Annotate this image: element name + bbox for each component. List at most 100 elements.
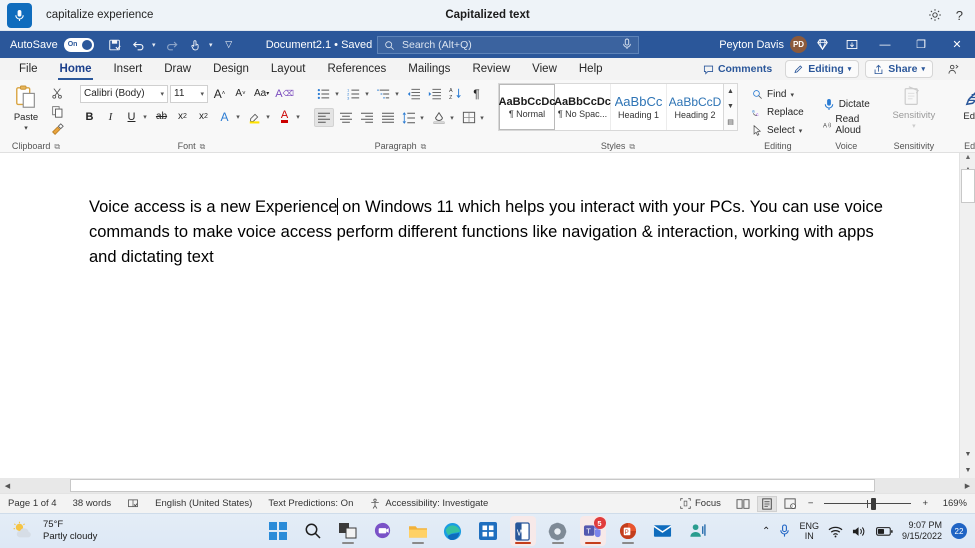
decrease-indent-icon[interactable] xyxy=(404,84,423,103)
voice-access-icon[interactable] xyxy=(685,516,711,546)
touch-mode-caret-icon[interactable]: ▾ xyxy=(206,41,216,49)
grow-font-icon[interactable]: A ˄ xyxy=(210,84,229,103)
find-button[interactable]: Find ▾ xyxy=(749,86,797,103)
document-name[interactable]: Document2.1 • Saved xyxy=(266,39,373,51)
question-mark-icon[interactable]: ? xyxy=(956,8,963,23)
horizontal-scroll-thumb[interactable] xyxy=(70,479,875,492)
style-heading-2[interactable]: AaBbCcD Heading 2 xyxy=(667,84,723,130)
subscript-icon[interactable]: x2 xyxy=(173,107,192,126)
multilevel-caret-icon[interactable]: ▾ xyxy=(392,90,402,98)
chevron-down-icon[interactable]: ▾ xyxy=(24,124,28,132)
borders-icon[interactable] xyxy=(459,108,478,127)
gear-icon[interactable] xyxy=(928,8,942,22)
tab-mailings[interactable]: Mailings xyxy=(397,58,461,80)
zoom-in-button[interactable]: + xyxy=(919,498,931,509)
search-input[interactable]: Search (Alt+Q) xyxy=(377,36,639,54)
shading-caret-icon[interactable]: ▾ xyxy=(447,114,457,122)
tab-layout[interactable]: Layout xyxy=(260,58,317,80)
select-button[interactable]: Select ▾ xyxy=(749,122,805,139)
word-count[interactable]: 38 words xyxy=(65,498,120,509)
zoom-out-button[interactable]: − xyxy=(805,498,817,509)
tab-insert[interactable]: Insert xyxy=(102,58,153,80)
styles-dialog-launcher[interactable]: ⧉ xyxy=(629,140,635,153)
borders-caret-icon[interactable]: ▾ xyxy=(477,114,487,122)
next-page-arrow[interactable]: ▼ xyxy=(960,463,975,478)
web-layout-button[interactable]: i xyxy=(781,496,801,512)
bullet-list-icon[interactable] xyxy=(314,84,333,103)
style-no-spacing[interactable]: AaBbCcDc ¶ No Spac... xyxy=(554,84,611,130)
tab-home[interactable]: Home xyxy=(49,58,103,80)
font-color-icon[interactable]: A xyxy=(275,107,294,126)
zoom-handle[interactable] xyxy=(871,497,877,510)
underline-button[interactable]: U xyxy=(122,107,141,126)
tab-design[interactable]: Design xyxy=(202,58,260,80)
scroll-left-arrow[interactable]: ◀ xyxy=(0,478,15,493)
replace-button[interactable]: ac Replace xyxy=(749,104,807,121)
shrink-font-icon[interactable]: A ˅ xyxy=(231,84,250,103)
undo-icon[interactable] xyxy=(128,35,150,55)
editing-button[interactable]: Editing ▾ xyxy=(785,60,860,78)
tab-draw[interactable]: Draw xyxy=(153,58,202,80)
document-canvas[interactable]: Voice access is a new Experience on Wind… xyxy=(0,153,975,478)
editor-button[interactable]: Editor xyxy=(955,83,975,122)
scissors-icon[interactable] xyxy=(47,85,67,102)
justify-icon[interactable] xyxy=(378,108,397,127)
close-button[interactable]: ✕ xyxy=(939,31,975,58)
numbered-list-icon[interactable]: 123 xyxy=(344,84,363,103)
search-taskbar-icon[interactable] xyxy=(300,516,326,546)
microphone-icon[interactable] xyxy=(622,38,632,53)
styles-gallery-scroll[interactable]: ▲ ▼ ▤ xyxy=(724,83,738,131)
zoom-slider[interactable] xyxy=(820,496,915,512)
font-size-input[interactable]: 11 ▾ xyxy=(170,84,208,103)
diamond-icon[interactable] xyxy=(807,31,837,58)
settings-icon[interactable] xyxy=(545,516,571,546)
styles-scroll-down-icon[interactable]: ▼ xyxy=(724,99,737,114)
increase-indent-icon[interactable] xyxy=(425,84,444,103)
edge-icon[interactable] xyxy=(440,516,466,546)
proofing-errors-icon[interactable] xyxy=(119,498,147,510)
page-number[interactable]: Page 1 of 4 xyxy=(0,498,65,509)
text-effects-icon[interactable]: A xyxy=(215,107,234,126)
language-indicator[interactable]: English (United States) xyxy=(147,498,260,509)
split-window-handle[interactable]: ▲ xyxy=(960,153,975,162)
chevron-down-icon[interactable]: ▾ xyxy=(790,91,794,99)
print-layout-button[interactable] xyxy=(756,495,777,512)
minimize-button[interactable]: — xyxy=(867,31,903,58)
comments-button[interactable]: Comments xyxy=(696,61,779,77)
chat-icon[interactable] xyxy=(370,516,396,546)
styles-gallery[interactable]: AaBbCcDc ¶ Normal AaBbCcDc ¶ No Spac... … xyxy=(498,83,724,131)
style-normal[interactable]: AaBbCcDc ¶ Normal xyxy=(499,84,555,130)
paragraph-marks-icon[interactable]: ¶ xyxy=(467,84,486,103)
dictate-button[interactable]: Dictate xyxy=(820,96,873,113)
microphone-icon[interactable] xyxy=(7,2,32,28)
align-left-icon[interactable] xyxy=(314,108,334,127)
paste-button[interactable]: Paste ▾ xyxy=(5,83,47,132)
style-heading-1[interactable]: AaBbCc Heading 1 xyxy=(611,84,667,130)
shading-icon[interactable] xyxy=(429,108,448,127)
horizontal-scroll-track[interactable] xyxy=(15,478,960,493)
paragraph-dialog-launcher[interactable]: ⧉ xyxy=(421,140,427,153)
font-color-caret-icon[interactable]: ▾ xyxy=(293,113,303,121)
text-effects-caret-icon[interactable]: ▾ xyxy=(233,113,243,121)
font-name-input[interactable]: Calibri (Body) ▾ xyxy=(80,84,168,103)
highlight-caret-icon[interactable]: ▾ xyxy=(263,113,273,121)
powerpoint-icon[interactable]: P xyxy=(615,516,641,546)
font-dialog-launcher[interactable]: ⧉ xyxy=(200,140,206,153)
share-button[interactable]: Share ▾ xyxy=(865,60,933,78)
scroll-right-arrow[interactable]: ▶ xyxy=(960,478,975,493)
microsoft-store-icon[interactable] xyxy=(475,516,501,546)
change-case-icon[interactable]: Aa ▾ xyxy=(252,84,271,103)
styles-scroll-up-icon[interactable]: ▲ xyxy=(724,84,737,99)
scroll-down-arrow[interactable]: ▼ xyxy=(960,447,975,462)
copy-icon[interactable] xyxy=(47,103,67,120)
save-icon[interactable] xyxy=(104,35,126,55)
restore-button[interactable]: ❐ xyxy=(903,31,939,58)
text-predictions-status[interactable]: Text Predictions: On xyxy=(260,498,361,509)
document-paragraph[interactable]: Voice access is a new Experience on Wind… xyxy=(89,195,889,270)
undo-caret-icon[interactable]: ▾ xyxy=(149,41,159,49)
tab-references[interactable]: References xyxy=(316,58,397,80)
italic-button[interactable]: I xyxy=(101,107,120,126)
format-painter-icon[interactable] xyxy=(47,121,67,138)
underline-caret-icon[interactable]: ▾ xyxy=(140,113,150,121)
bold-button[interactable]: B xyxy=(80,107,99,126)
